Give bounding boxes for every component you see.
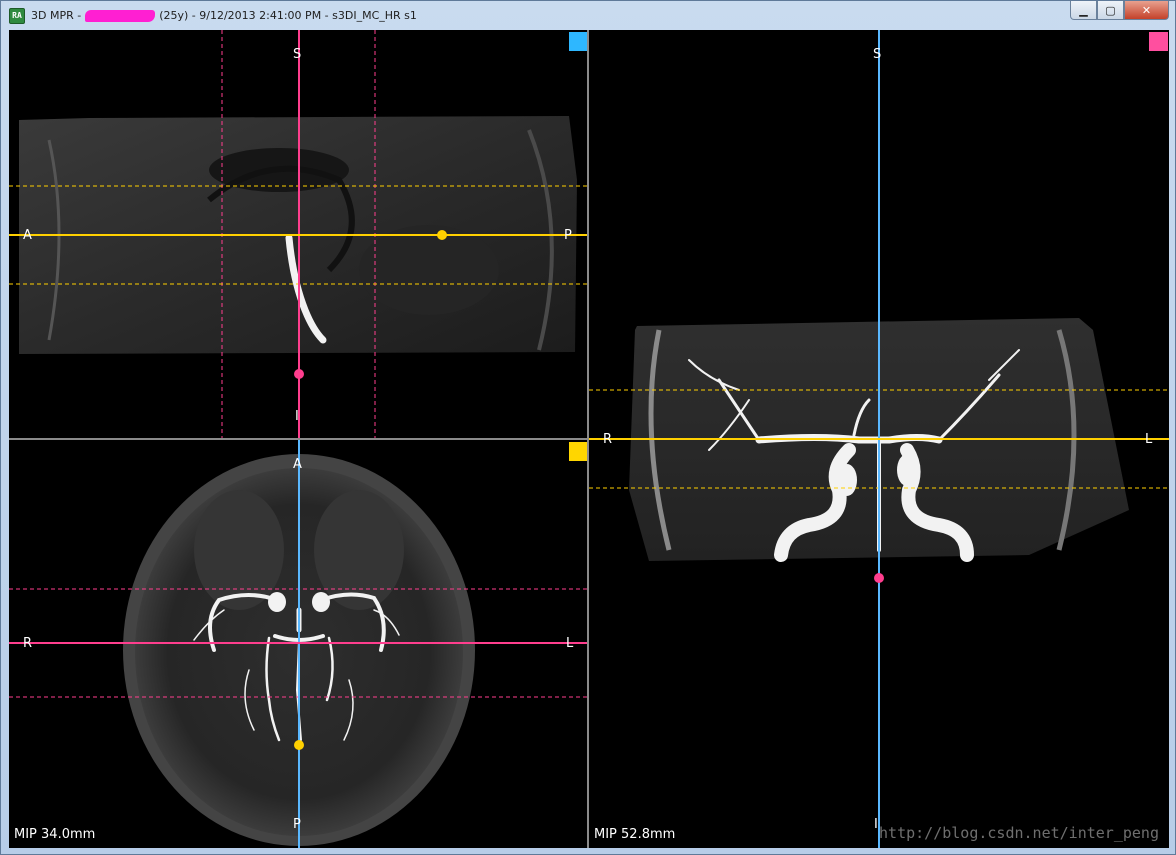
redacted-patient-name xyxy=(85,10,156,22)
window-title-suffix: (25y) - 9/12/2013 2:41:00 PM - s3DI_MC_H… xyxy=(159,9,417,22)
minimize-button[interactable]: ▁ xyxy=(1070,1,1097,20)
axial-right-label: L xyxy=(566,636,574,651)
window-controls: ▁ ▢ ✕ xyxy=(1070,1,1169,20)
coronal-pink-handle[interactable] xyxy=(874,573,884,583)
horizontal-pane-divider[interactable] xyxy=(9,438,587,440)
sagittal-image xyxy=(9,30,587,438)
sagittal-viewport[interactable]: S I A P xyxy=(9,30,587,438)
axial-left-label: R xyxy=(23,636,33,651)
app-icon: RA xyxy=(9,8,25,24)
coronal-top-label: S xyxy=(873,47,882,62)
window-frame: RA 3D MPR - (25y) - 9/12/2013 2:41:00 PM… xyxy=(0,0,1176,855)
axial-yellow-handle[interactable] xyxy=(294,740,304,750)
sagittal-bottom-label: I xyxy=(295,409,299,424)
axial-top-label: A xyxy=(293,457,302,472)
watermark-url: http://blog.csdn.net/inter_peng xyxy=(879,824,1159,842)
vertical-pane-divider[interactable] xyxy=(587,30,589,848)
coronal-viewport[interactable]: S I R L MIP 52.8mm http://blog.csdn.net/… xyxy=(589,30,1169,848)
sagittal-pink-handle[interactable] xyxy=(294,369,304,379)
close-button[interactable]: ✕ xyxy=(1124,1,1169,20)
maximize-icon: ▢ xyxy=(1105,3,1116,17)
window-title: 3D MPR - (25y) - 9/12/2013 2:41:00 PM - … xyxy=(31,8,417,24)
maximize-button[interactable]: ▢ xyxy=(1097,1,1124,20)
coronal-left-label: R xyxy=(603,432,613,447)
axial-bottom-label: P xyxy=(293,817,301,832)
mpr-viewport-grid: S I A P A P R L MIP 34.0mm S I R L MIP 5… xyxy=(9,30,1169,848)
coronal-color-tag[interactable] xyxy=(1149,32,1168,51)
axial-image xyxy=(9,440,587,848)
sagittal-color-tag[interactable] xyxy=(569,32,587,51)
sagittal-left-label: A xyxy=(23,228,32,243)
axial-viewport[interactable]: A P R L MIP 34.0mm xyxy=(9,440,587,848)
coronal-right-label: L xyxy=(1145,432,1153,447)
axial-color-tag[interactable] xyxy=(569,442,587,461)
close-icon: ✕ xyxy=(1141,3,1152,17)
titlebar[interactable]: RA 3D MPR - (25y) - 9/12/2013 2:41:00 PM… xyxy=(1,1,1175,29)
sagittal-right-label: P xyxy=(564,228,572,243)
sagittal-top-label: S xyxy=(293,47,302,62)
coronal-image xyxy=(589,30,1169,848)
sagittal-yellow-handle[interactable] xyxy=(437,230,447,240)
window-title-prefix: 3D MPR - xyxy=(31,9,82,22)
axial-mip-thickness: MIP 34.0mm xyxy=(14,827,96,842)
coronal-mip-thickness: MIP 52.8mm xyxy=(594,827,676,842)
minimize-icon: ▁ xyxy=(1079,3,1088,17)
coronal-bottom-label: I xyxy=(874,817,878,832)
